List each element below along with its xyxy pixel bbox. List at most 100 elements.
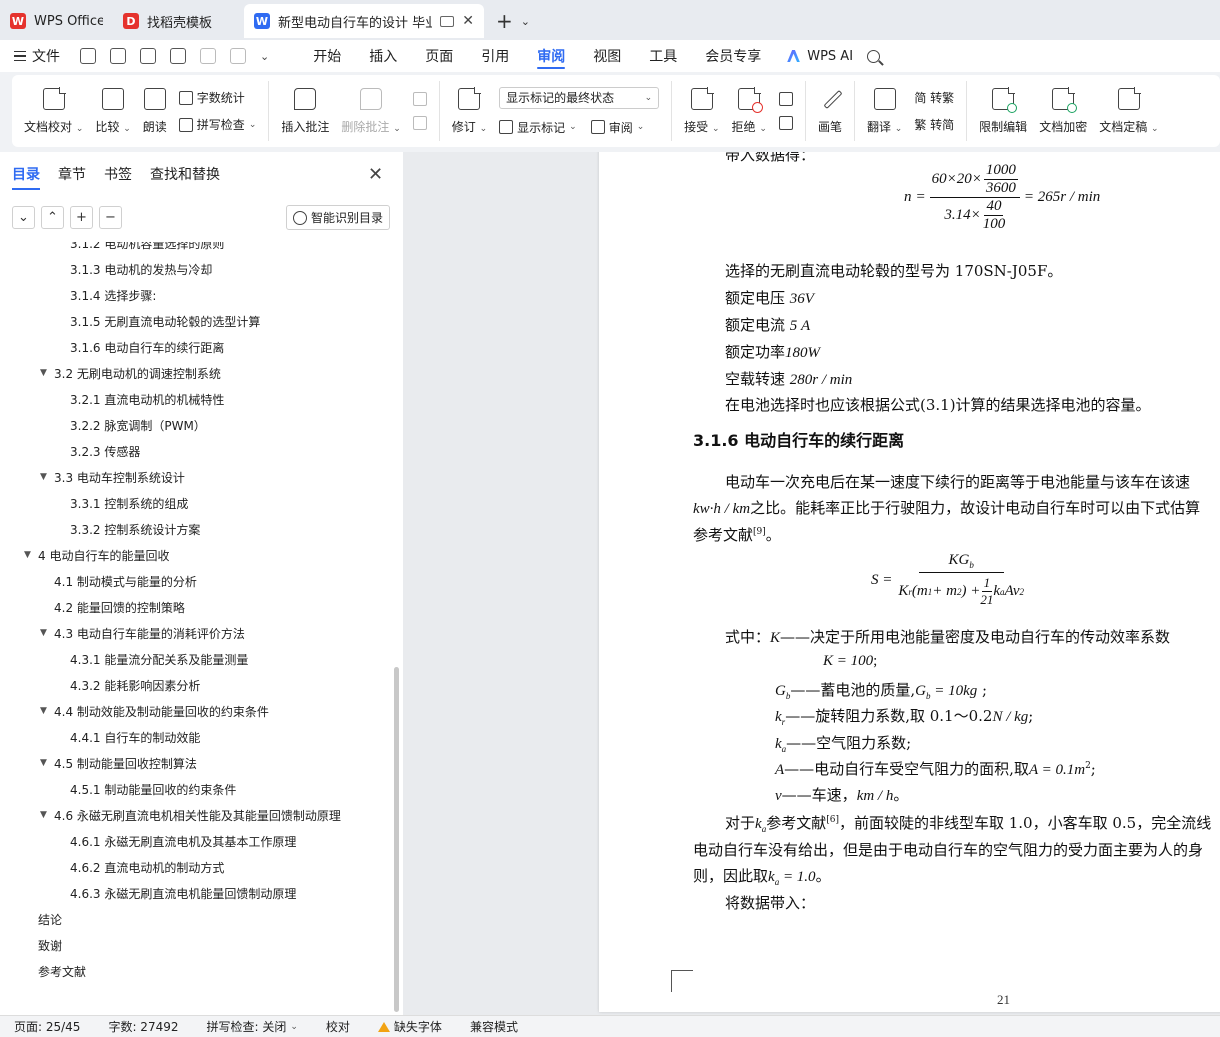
tab-insert[interactable]: 插入 (355, 40, 411, 72)
new-tab-button[interactable]: + ⌄ (496, 4, 530, 38)
print-icon[interactable] (140, 48, 156, 64)
toc-item[interactable]: 参考文献 (0, 958, 396, 984)
insert-comment-button[interactable]: 插入批注 (275, 87, 335, 135)
encrypt-button[interactable]: 文档加密 (1033, 86, 1093, 135)
finalize-button[interactable]: 文档定稿 ⌄ (1093, 86, 1164, 135)
toc-item[interactable]: ▼ 4.6 永磁无刷直流电机相关性能及其能量回馈制动原理 (0, 802, 396, 828)
next-change-button[interactable] (778, 116, 793, 130)
toc-item[interactable]: ▼ 4.4 制动效能及制动能量回收的约束条件 (0, 698, 396, 724)
reject-button[interactable]: 拒绝 ⌄ (726, 86, 773, 135)
read-aloud-button[interactable]: 朗读 (137, 87, 173, 135)
next-comment-button[interactable] (412, 116, 427, 130)
tab-page[interactable]: 页面 (411, 40, 467, 72)
nav-tab-toc[interactable]: 目录 (12, 164, 40, 190)
delete-comment-button[interactable]: 删除批注 ⌄ (335, 87, 406, 135)
add-heading-icon[interactable]: + (70, 206, 93, 229)
tab-wps-office[interactable]: W WPS Office (0, 4, 113, 38)
expand-arrow-icon[interactable]: ▼ (40, 758, 47, 768)
toc-item[interactable]: ▼ 4.3 电动自行车能量的消耗评价方法 (0, 620, 396, 646)
citation[interactable]: [9] (753, 527, 766, 537)
to-simplified-button[interactable]: 繁 转简 (914, 116, 954, 133)
expand-arrow-icon[interactable]: ▼ (40, 810, 47, 820)
toc-item[interactable]: 3.2.2 脉宽调制（PWM） (0, 412, 396, 438)
expand-arrow-icon[interactable]: ▼ (40, 706, 47, 716)
window-icon[interactable] (440, 15, 455, 27)
word-count-indicator[interactable]: 字数: 27492 (94, 1018, 192, 1035)
search-icon[interactable] (867, 49, 881, 63)
translate-button[interactable]: 翻译 ⌄ (861, 87, 908, 135)
save-icon[interactable] (80, 48, 96, 64)
tab-membership[interactable]: 会员专享 (691, 40, 775, 72)
toc-item[interactable]: 3.1.5 无刷直流电动轮毂的选型计算 (0, 308, 396, 334)
close-pane-icon[interactable]: ✕ (368, 164, 383, 185)
accept-button[interactable]: 接受 ⌄ (678, 86, 725, 135)
share-icon[interactable] (110, 48, 126, 64)
toc-item[interactable]: 3.1.4 选择步骤: (0, 282, 396, 308)
close-tab-icon[interactable]: ✕ (462, 13, 474, 29)
previous-comment-button[interactable] (412, 92, 427, 106)
collapse-icon[interactable]: ⌃ (41, 206, 64, 229)
toc-item[interactable]: 4.3.1 能量流分配关系及能量测量 (0, 646, 396, 672)
toc-item[interactable]: 3.3.1 控制系统的组成 (0, 490, 396, 516)
expand-arrow-icon[interactable]: ▼ (40, 472, 47, 482)
missing-font-indicator[interactable]: 缺失字体 (364, 1018, 456, 1035)
review-pane-button[interactable]: 审阅 (609, 119, 633, 136)
expand-arrow-icon[interactable]: ▼ (24, 550, 31, 560)
tab-review[interactable]: 审阅 (523, 40, 579, 72)
toc-item[interactable]: 4.6.1 永磁无刷直流电机及其基本工作原理 (0, 828, 396, 854)
show-markup-button[interactable]: 显示标记 (517, 119, 565, 136)
spell-check-button[interactable]: 拼写检查 ⌄ (178, 116, 256, 133)
file-menu[interactable]: 文件 (14, 46, 60, 66)
page-indicator[interactable]: 页面: 25/45 (0, 1018, 94, 1035)
chevron-down-icon[interactable]: ⌄ (260, 50, 269, 63)
restrict-edit-button[interactable]: 限制编辑 (973, 86, 1033, 135)
toc-item[interactable]: 4.3.2 能耗影响因素分析 (0, 672, 396, 698)
word-count-button[interactable]: 字数统计 (178, 89, 257, 106)
nav-tab-bookmarks[interactable]: 书签 (104, 164, 132, 190)
expand-arrow-icon[interactable]: ▼ (40, 368, 47, 378)
nav-tab-find-replace[interactable]: 查找和替换 (150, 164, 220, 190)
previous-change-button[interactable] (778, 92, 793, 106)
expand-icon[interactable]: ⌄ (12, 206, 35, 229)
tab-document[interactable]: W 新型电动自行车的设计 毕业论文 ✕ (244, 4, 484, 38)
markup-state-select[interactable]: 显示标记的最终状态 ⌄ (499, 86, 660, 109)
compare-button[interactable]: 比较 ⌄ (89, 87, 136, 135)
nav-tab-chapters[interactable]: 章节 (58, 164, 86, 190)
toc-item[interactable]: 3.1.2 电动机容量选择的原则 (0, 242, 396, 256)
toc-item[interactable]: 4.5.1 制动能量回收的约束条件 (0, 776, 396, 802)
pen-button[interactable]: 画笔 (812, 88, 848, 135)
tab-view[interactable]: 视图 (579, 40, 635, 72)
remove-heading-icon[interactable]: − (99, 206, 122, 229)
tab-references[interactable]: 引用 (467, 40, 523, 72)
tab-tools[interactable]: 工具 (635, 40, 691, 72)
proofread-indicator[interactable]: 校对 (312, 1018, 364, 1035)
spell-check-indicator[interactable]: 拼写检查: 关闭 ⌄ (193, 1018, 312, 1035)
toc-item[interactable]: 致谢 (0, 932, 396, 958)
citation[interactable]: [6] (826, 815, 839, 825)
toc-item[interactable]: ▼ 3.2 无刷电动机的调速控制系统 (0, 360, 396, 386)
toc-item[interactable]: ▼ 4 电动自行车的能量回收 (0, 542, 396, 568)
toc-item[interactable]: 4.6.3 永磁无刷直流电机能量回馈制动原理 (0, 880, 396, 906)
toc-item[interactable]: 4.4.1 自行车的制动效能 (0, 724, 396, 750)
toc-item[interactable]: ▼ 4.5 制动能量回收控制算法 (0, 750, 396, 776)
track-changes-button[interactable]: 修订 ⌄ (446, 86, 493, 135)
toc-item[interactable]: 3.2.1 直流电动机的机械特性 (0, 386, 396, 412)
doc-check-button[interactable]: 文档校对 ⌄ (18, 86, 89, 135)
wps-ai-button[interactable]: WPS AI (787, 49, 853, 64)
toc-item[interactable]: 4.6.2 直流电动机的制动方式 (0, 854, 396, 880)
toc-item[interactable]: 4.1 制动模式与能量的分析 (0, 568, 396, 594)
toc-item[interactable]: 4.2 能量回馈的控制策略 (0, 594, 396, 620)
toc-item[interactable]: 结论 (0, 906, 396, 932)
redo-icon[interactable] (230, 48, 246, 64)
scrollbar-thumb[interactable] (394, 667, 399, 1012)
undo-icon[interactable] (200, 48, 216, 64)
toc-item[interactable]: 3.1.6 电动自行车的续行距离 (0, 334, 396, 360)
to-traditional-button[interactable]: 简 转繁 (914, 89, 954, 106)
print-preview-icon[interactable] (170, 48, 186, 64)
tab-template[interactable]: D 找稻壳模板 (113, 4, 240, 38)
tab-start[interactable]: 开始 (299, 40, 355, 72)
expand-arrow-icon[interactable]: ▼ (40, 628, 47, 638)
toc-item[interactable]: ▼ 3.3 电动车控制系统设计 (0, 464, 396, 490)
chevron-down-icon[interactable]: ⌄ (521, 15, 530, 28)
toc-item[interactable]: 3.3.2 控制系统设计方案 (0, 516, 396, 542)
